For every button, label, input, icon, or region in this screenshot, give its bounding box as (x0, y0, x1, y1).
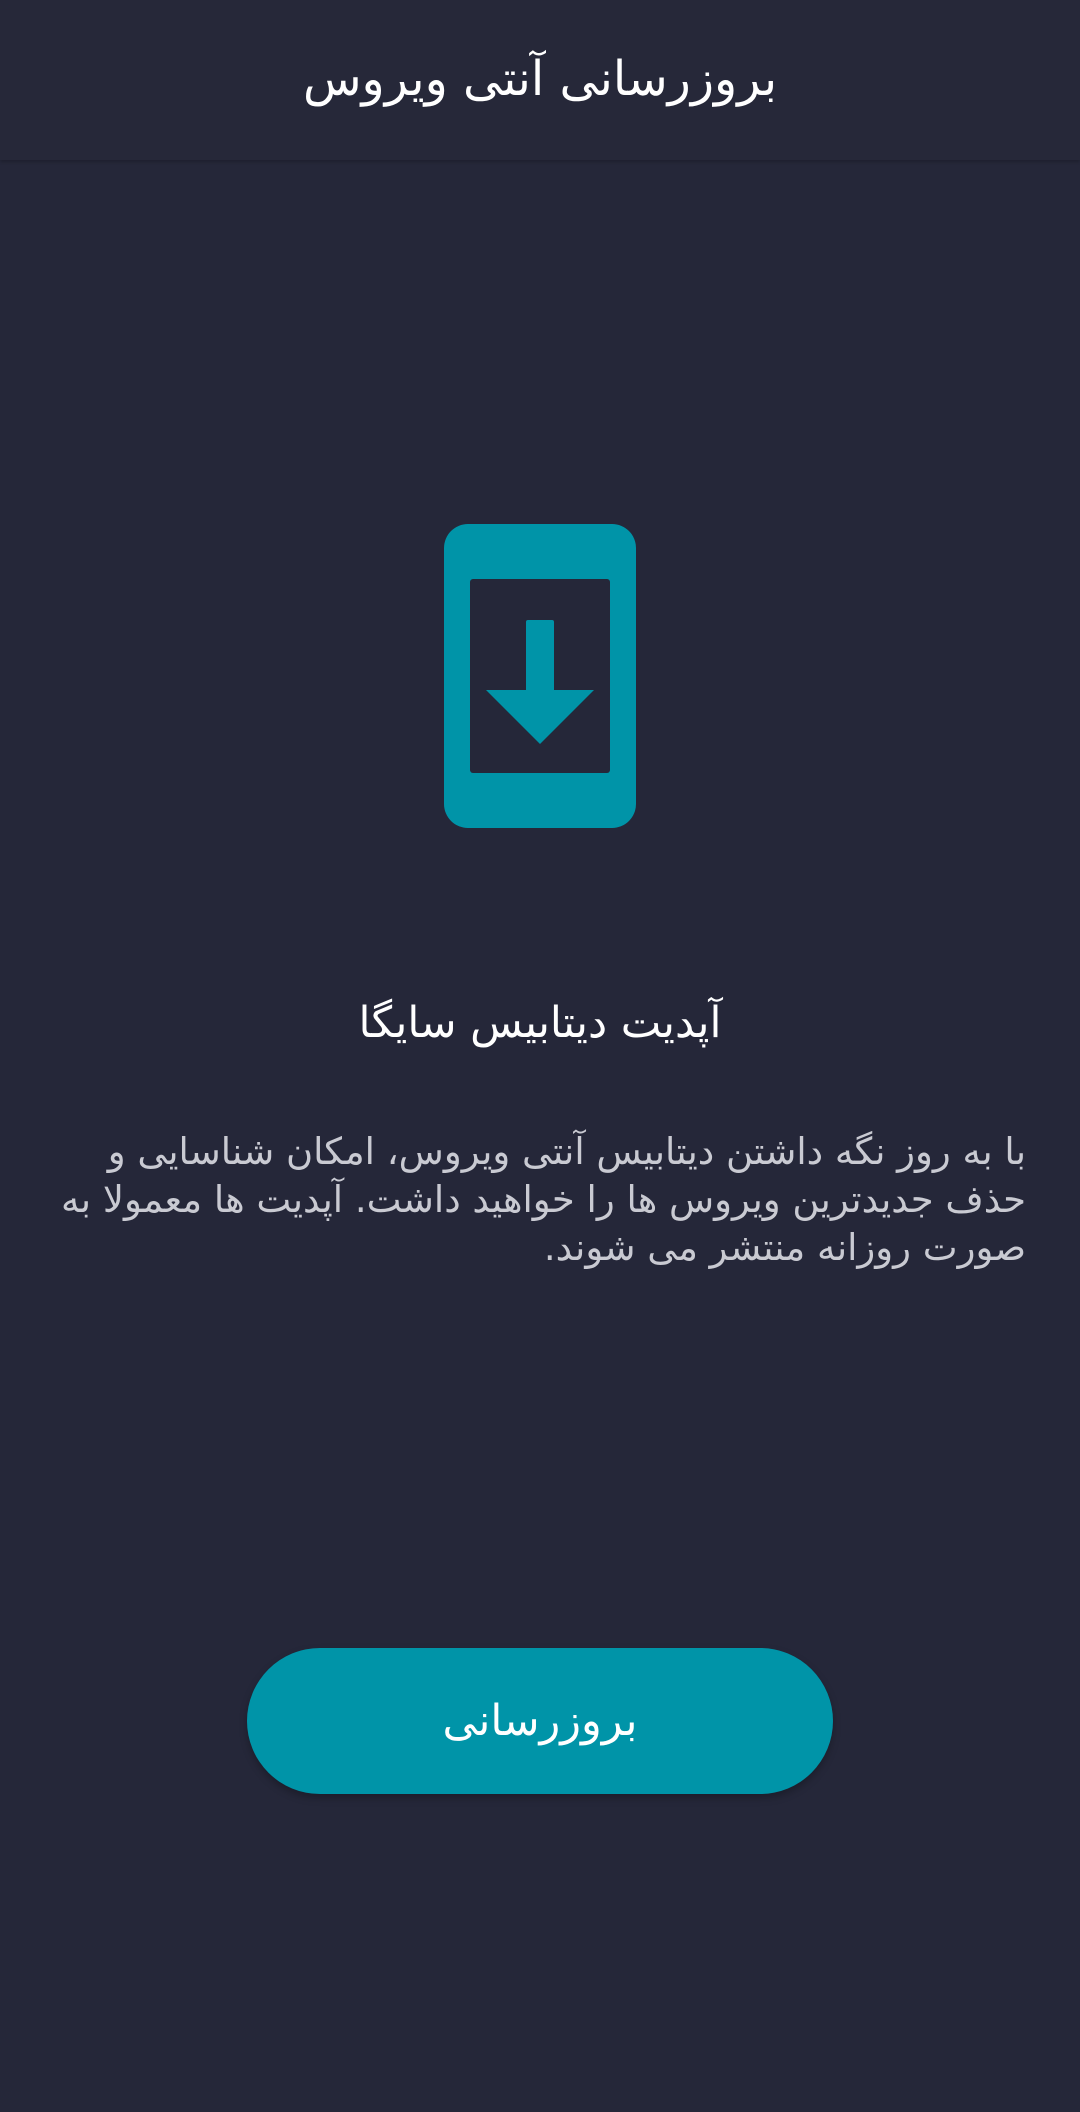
update-button[interactable]: بروزرسانی (247, 1648, 833, 1794)
app-bar-title: بروزرسانی آنتی ویروس (302, 51, 778, 107)
app-bar: بروزرسانی آنتی ویروس (0, 0, 1080, 160)
arrow-shaft (526, 620, 554, 692)
feature-description: با به روز نگه داشتن دیتابیس آنتی ویروس، … (60, 1130, 1026, 1269)
feature-title: آپدیت دیتابیس سایگا (358, 998, 722, 1048)
phone-download-icon (444, 524, 636, 828)
update-button-label: بروزرسانی (442, 1696, 638, 1746)
